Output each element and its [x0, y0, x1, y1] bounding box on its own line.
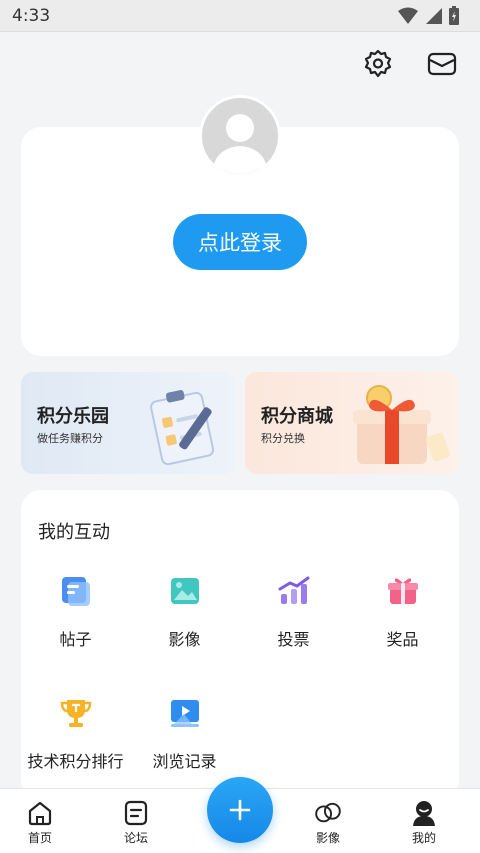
- section-title: 我的互动: [38, 522, 110, 543]
- tab-profile[interactable]: 我的: [389, 789, 459, 853]
- my-interactions-card: 我的互动 帖子 影像 投票 奖品 技术积分排行 浏览记录: [21, 490, 459, 800]
- grid-label: 奖品: [386, 630, 419, 649]
- grid-label: 浏览记录: [152, 752, 217, 771]
- messages-button[interactable]: [424, 46, 460, 82]
- forum-icon: [122, 799, 150, 827]
- gift-box-icon: [353, 385, 451, 464]
- grid-label: 帖子: [59, 630, 92, 649]
- settings-button[interactable]: [360, 46, 396, 82]
- plus-icon: [229, 799, 251, 821]
- promo-subtitle: 做任务赚积分: [37, 432, 103, 445]
- link-rings-icon: [314, 799, 342, 827]
- tab-label: 影像: [315, 831, 340, 845]
- history-icon: [168, 696, 202, 730]
- points-park-card[interactable]: 积分乐园 做任务赚积分: [21, 372, 235, 474]
- grid-item-history[interactable]: 浏览记录: [130, 696, 239, 772]
- mail-icon: [427, 52, 457, 76]
- tab-label: 首页: [27, 831, 52, 845]
- gear-icon: [364, 49, 392, 78]
- promo-title: 积分商城: [261, 406, 333, 427]
- gift-icon: [386, 574, 420, 608]
- wifi-icon: [398, 7, 418, 24]
- create-post-button[interactable]: [207, 777, 273, 843]
- trophy-icon: [59, 696, 93, 730]
- status-bar: 4:33: [0, 0, 480, 32]
- tab-home[interactable]: 首页: [5, 789, 75, 853]
- status-time: 4:33: [12, 5, 51, 26]
- grid-label: 影像: [168, 630, 201, 649]
- image-icon: [168, 574, 202, 608]
- points-mall-card[interactable]: 积分商城 积分兑换: [245, 372, 459, 474]
- avatar[interactable]: [199, 95, 281, 177]
- vote-icon: [277, 574, 311, 608]
- battery-icon: [449, 5, 459, 25]
- tab-label: 我的: [411, 831, 436, 845]
- tab-forum[interactable]: 论坛: [101, 789, 171, 853]
- grid-label: 投票: [277, 630, 310, 649]
- grid-item-images[interactable]: 影像: [130, 574, 239, 650]
- grid-item-vote[interactable]: 投票: [239, 574, 348, 650]
- profile-icon: [410, 799, 438, 827]
- grid-item-prizes[interactable]: 奖品: [348, 574, 457, 650]
- login-button[interactable]: 点此登录: [173, 214, 307, 270]
- promo-title: 积分乐园: [37, 406, 109, 427]
- posts-icon: [59, 574, 93, 608]
- header-actions: [360, 46, 460, 82]
- clipboard-task-icon: [150, 390, 215, 466]
- grid-item-tech-ranking[interactable]: 技术积分排行: [21, 696, 130, 772]
- home-icon: [26, 799, 54, 827]
- promo-subtitle: 积分兑换: [261, 432, 305, 445]
- tab-label: 论坛: [123, 831, 148, 845]
- grid-label: 技术积分排行: [27, 752, 124, 771]
- grid-item-posts[interactable]: 帖子: [21, 574, 130, 650]
- cell-signal-icon: [426, 7, 442, 24]
- default-avatar-icon: [212, 114, 268, 174]
- tab-images[interactable]: 影像: [293, 789, 363, 853]
